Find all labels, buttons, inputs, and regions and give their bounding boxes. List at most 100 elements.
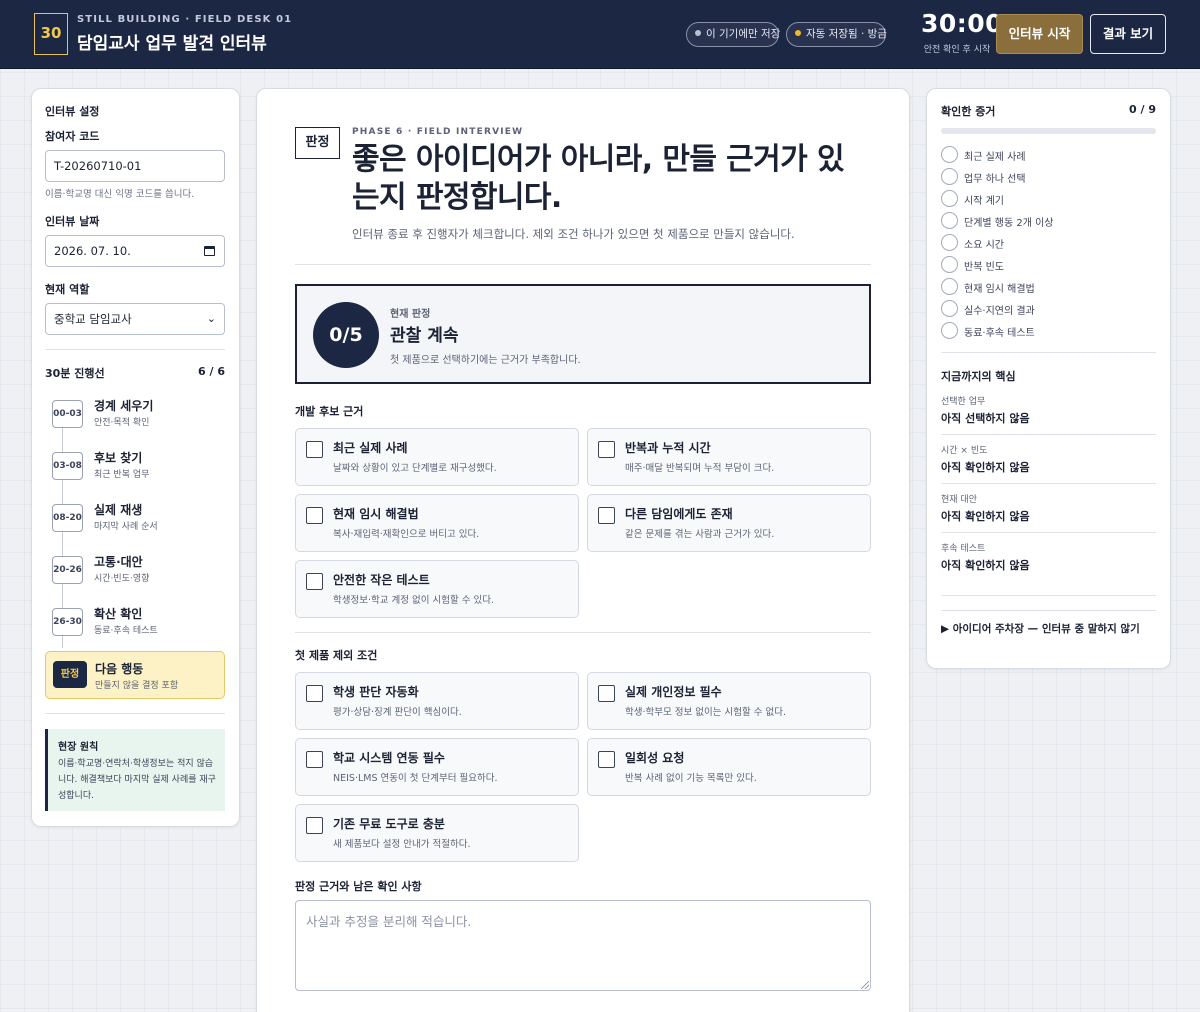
step-time: 08-20 [52,504,83,532]
card-description: 반복 사례 없이 기능 목록만 있다. [625,773,757,784]
dev-evidence-card[interactable]: 안전한 작은 테스트 학생정보·학교 계정 없이 시험할 수 있다. [295,560,579,618]
step-time: 03-08 [52,452,83,480]
resize-handle-icon[interactable] [861,981,869,989]
evidence-label: 소요 시간 [964,240,1004,251]
dev-evidence-card[interactable]: 반복과 누적 시간 매주·매달 반복되며 누적 부담이 크다. [587,428,871,486]
app-title: 담임교사 업무 발견 인터뷰 [77,34,267,54]
divider [941,595,1156,596]
autosave-pill: 자동 저장됨 · 방금 [786,22,887,47]
core-value: 아직 확인하지 않음 [941,559,1030,572]
step-subtitle: 최근 반복 업무 [94,470,150,480]
timeline-step-active[interactable]: 판정 다음 행동 만들지 않을 결정 포함 [45,651,225,699]
dev-evidence-card[interactable]: 다른 담임에게도 존재 같은 문제를 겪는 사람과 근거가 있다. [587,494,871,552]
divider [941,610,1156,611]
participant-code-input[interactable]: T-20260710-01 [45,150,225,182]
card-title: 다른 담임에게도 존재 [625,507,733,521]
exclusion-card[interactable]: 실제 개인정보 필수 학생·학부모 정보 없이는 시험할 수 없다. [587,672,871,730]
card-title: 실제 개인정보 필수 [625,685,722,699]
verdict-notes-textarea[interactable] [295,900,871,991]
core-value: 아직 확인하지 않음 [941,510,1030,523]
date-label: 인터뷰 날짜 [45,215,100,228]
card-description: 날짜와 상황이 있고 단계별로 재구성했다. [333,463,497,474]
step-subtitle: 만들지 않을 결정 포함 [95,681,179,691]
card-title: 최근 실제 사례 [333,441,408,455]
core-value: 아직 확인하지 않음 [941,461,1030,474]
empty-circle-icon [941,300,958,317]
timeline-step[interactable]: 26-30 확산 확인 동료·후속 테스트 [45,603,225,643]
checkbox[interactable] [306,573,323,590]
settings-title: 인터뷰 설정 [45,105,100,118]
field-principle-note: 현장 원칙 이름·학교명·연락처·학생정보는 적지 않습니다. 해결책보다 마지… [45,729,225,811]
timer-caption: 안전 확인 후 시작 [923,45,991,55]
interview-date-input[interactable]: 2026. 07. 10. [45,235,225,267]
checkbox[interactable] [306,751,323,768]
app-eyebrow: STILL BUILDING · FIELD DESK 01 [77,14,293,25]
empty-circle-icon [941,256,958,273]
card-title: 기존 무료 도구로 충분 [333,817,445,831]
checkbox[interactable] [598,441,615,458]
exclusion-card[interactable]: 기존 무료 도구로 충분 새 제품보다 설정 안내가 적절하다. [295,804,579,862]
step-title: 다음 행동 [95,662,144,676]
exclusion-card[interactable]: 일회성 요청 반복 사례 없이 기능 목록만 있다. [587,738,871,796]
exclusion-card[interactable]: 학교 시스템 연동 필수 NEIS·LMS 연동이 첫 단계부터 필요하다. [295,738,579,796]
card-description: 평가·상담·징계 판단이 핵심이다. [333,707,462,718]
local-storage-pill: 이 기기에만 저장 [686,22,780,47]
card-title: 학생 판단 자동화 [333,685,419,699]
verdict-score: 0/5 [313,302,379,368]
step-subtitle: 동료·후속 테스트 [94,626,158,636]
step-time: 26-30 [52,608,83,636]
exclusion-card[interactable]: 학생 판단 자동화 평가·상담·징계 판단이 핵심이다. [295,672,579,730]
step-title: 고통·대안 [94,555,143,569]
checkbox[interactable] [306,685,323,702]
card-title: 일회성 요청 [625,751,685,765]
timeline-step[interactable]: 00-03 경계 세우기 안전·목적 확인 [45,395,225,435]
start-interview-button[interactable]: 인터뷰 시작 [996,14,1083,54]
checkbox[interactable] [306,817,323,834]
checkbox[interactable] [598,751,615,768]
divider [941,483,1156,484]
checkbox[interactable] [598,685,615,702]
verdict-summary: 0/5 현재 판정 관찰 계속 첫 제품으로 선택하기에는 근거가 부족합니다. [295,284,871,384]
card-description: 학생정보·학교 계정 없이 시험할 수 있다. [333,595,494,606]
card-description: 새 제품보다 설정 안내가 적절하다. [333,839,471,850]
card-description: 매주·매달 반복되며 누적 부담이 크다. [625,463,775,474]
role-value: 중학교 담임교사 [54,312,132,326]
card-title: 반복과 누적 시간 [625,441,711,455]
date-value: 2026. 07. 10. [54,244,131,258]
status-dot-icon [695,30,701,36]
divider [941,434,1156,435]
dev-evidence-title: 개발 후보 근거 [295,405,364,418]
card-description: 같은 문제를 겪는 사람과 근거가 있다. [625,529,775,540]
checkbox[interactable] [598,507,615,524]
step-badge: 판정 [53,661,87,688]
calendar-icon[interactable] [204,246,215,256]
dev-evidence-card[interactable]: 최근 실제 사례 날짜와 상황이 있고 단계별로 재구성했다. [295,428,579,486]
card-description: 복사·재입력·재확인으로 버티고 있다. [333,529,480,540]
checkbox[interactable] [306,507,323,524]
countdown-timer: 30:00 [921,9,1004,38]
timeline-step[interactable]: 08-20 실제 재생 마지막 사례 순서 [45,499,225,539]
empty-circle-icon [941,212,958,229]
timeline-step[interactable]: 03-08 후보 찾기 최근 반복 업무 [45,447,225,487]
logo-badge: 30 [34,13,68,55]
view-results-button[interactable]: 결과 보기 [1090,14,1166,54]
step-subtitle: 안전·목적 확인 [94,418,150,428]
step-title: 실제 재생 [94,503,143,517]
autosave-label: 자동 저장됨 · 방금 [806,28,887,40]
evidence-label: 동료·후속 테스트 [964,328,1035,339]
page-description: 인터뷰 종료 후 진행자가 체크합니다. 제외 조건 하나가 있으면 첫 제품으… [352,227,795,241]
evidence-label: 현재 임시 해결법 [964,284,1035,295]
empty-circle-icon [941,278,958,295]
evidence-title: 확인한 증거 [941,105,996,118]
idea-parking-toggle[interactable]: ▶ 아이디어 주차장 — 인터뷰 중 말하지 않기 [941,621,1140,636]
timeline-step[interactable]: 20-26 고통·대안 시간·빈도·영향 [45,551,225,591]
divider [45,349,225,350]
empty-circle-icon [941,168,958,185]
divider [45,713,225,714]
notes-label: 판정 근거와 남은 확인 사항 [295,880,422,893]
card-title: 안전한 작은 테스트 [333,573,430,587]
dev-evidence-card[interactable]: 현재 임시 해결법 복사·재입력·재확인으로 버티고 있다. [295,494,579,552]
role-select[interactable]: 중학교 담임교사 ⌄ [45,303,225,335]
principle-body: 이름·학교명·연락처·학생정보는 적지 않습니다. 해결책보다 마지막 실제 사… [58,759,216,801]
checkbox[interactable] [306,441,323,458]
